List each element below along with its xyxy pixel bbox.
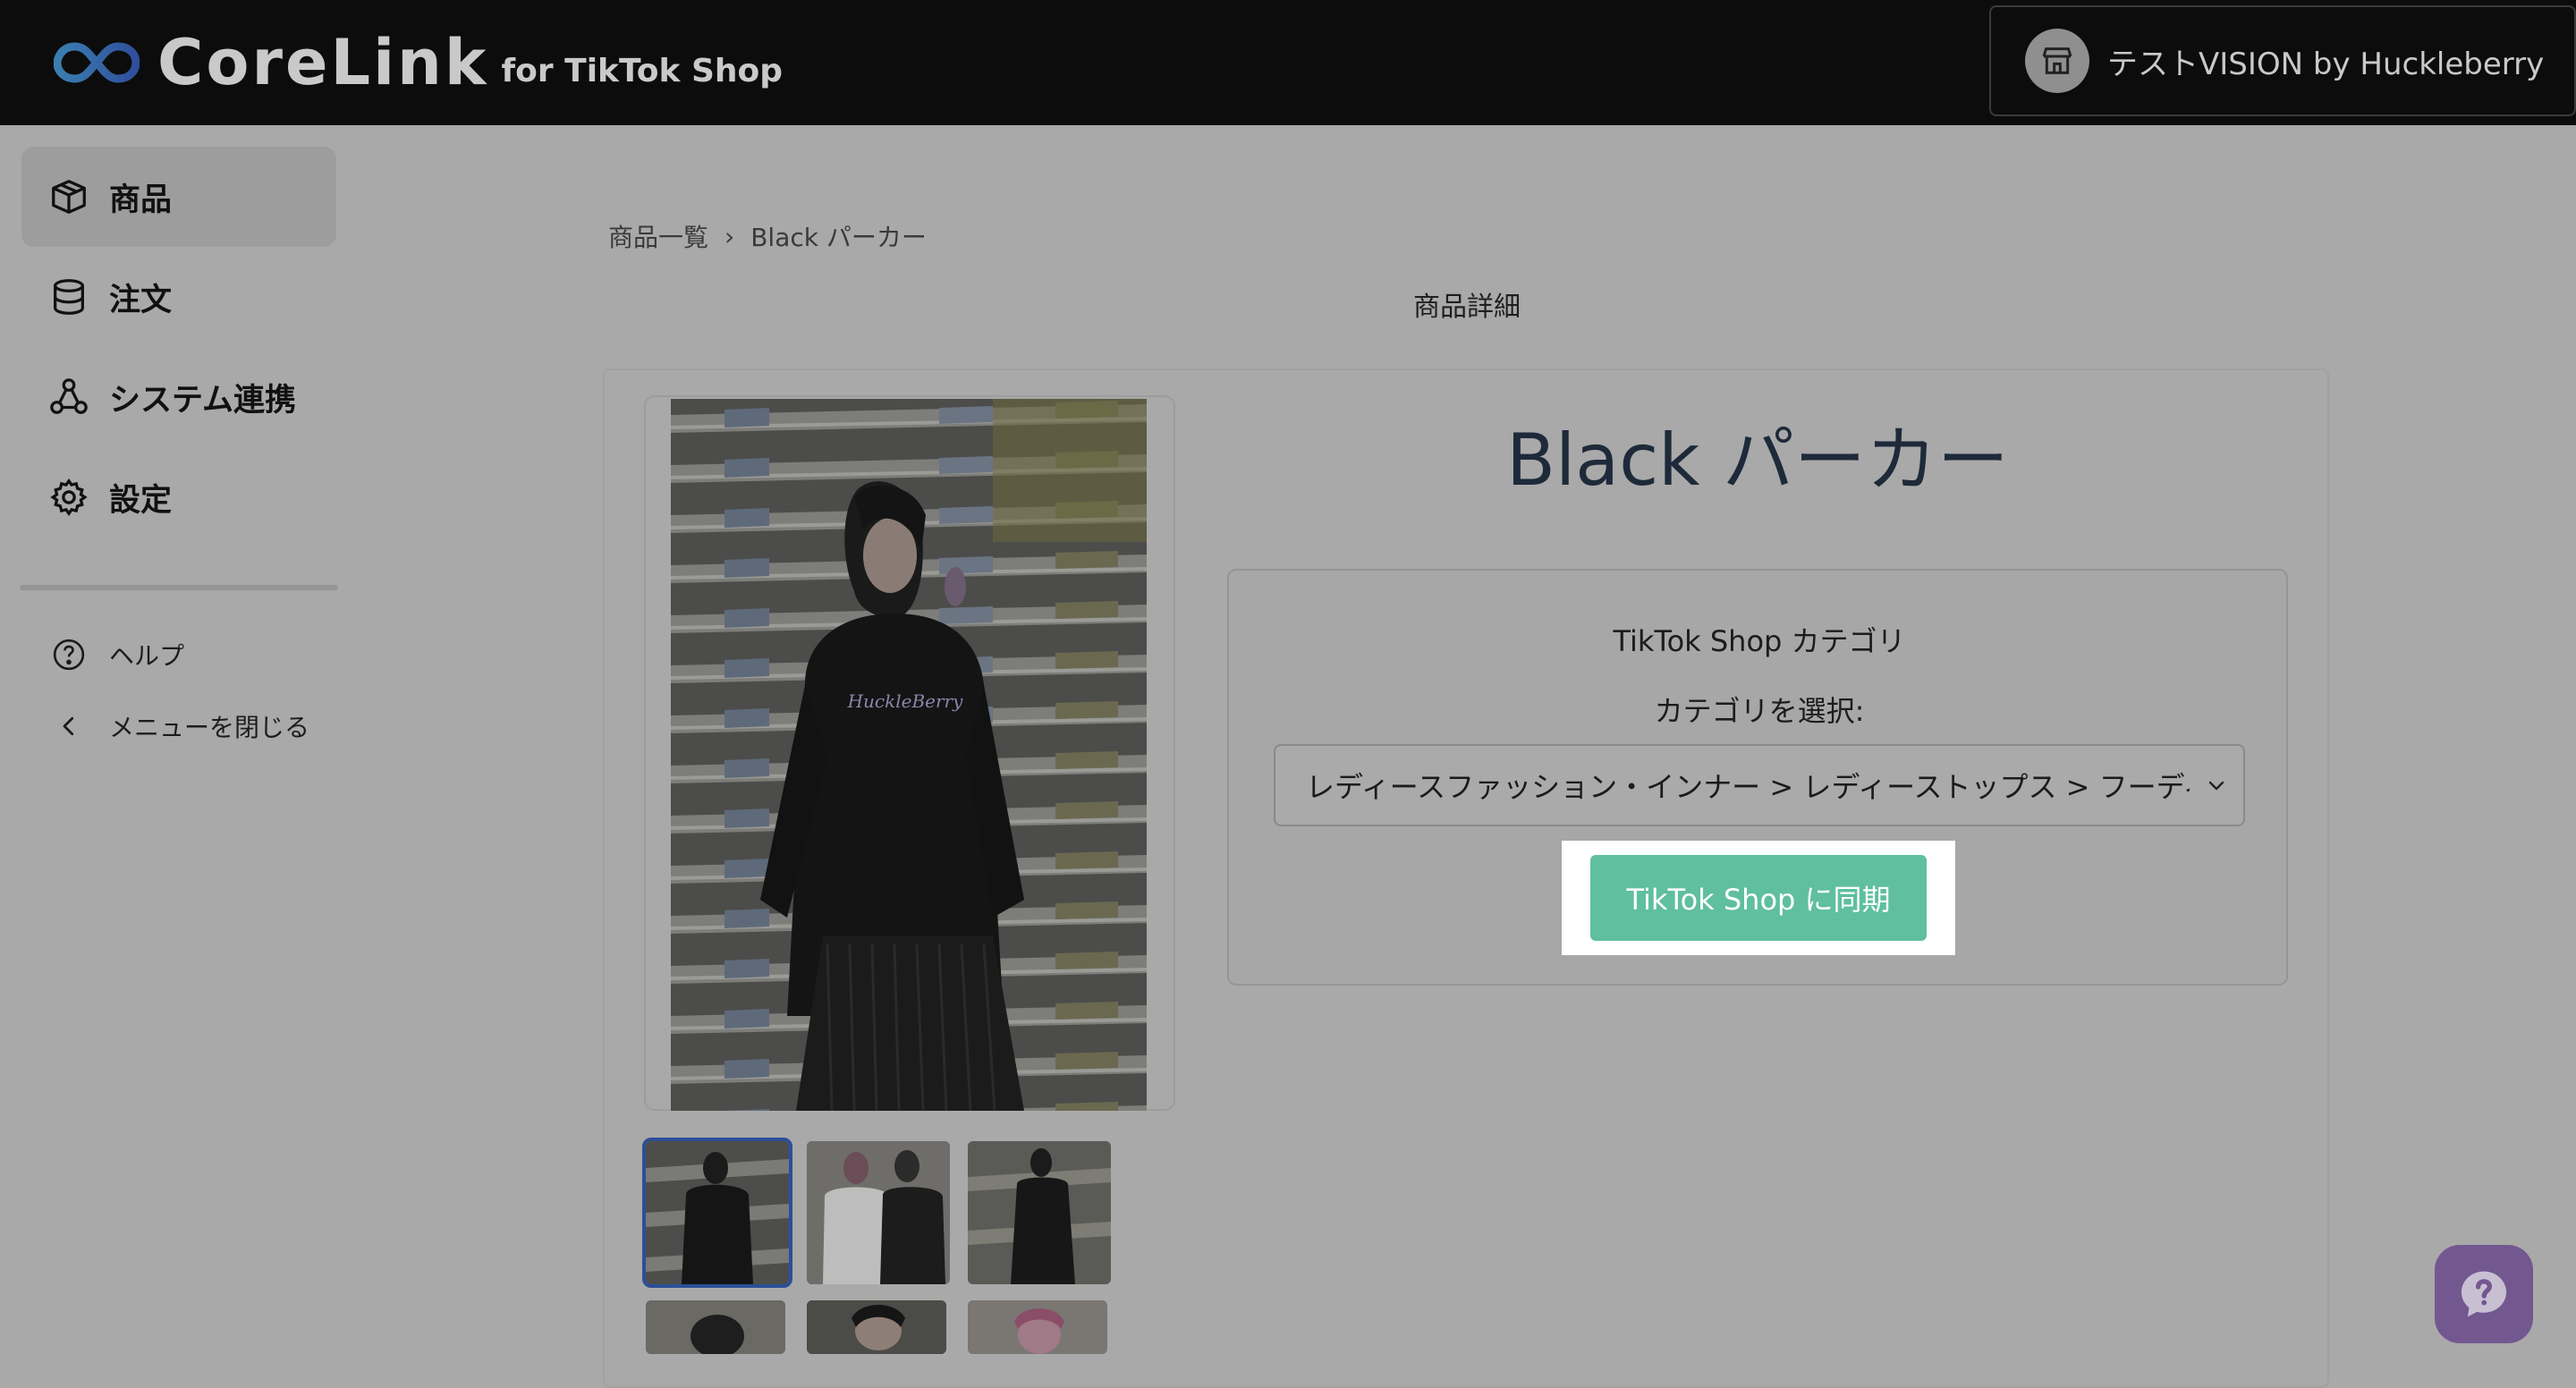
thumbnail-5[interactable] [807, 1300, 946, 1354]
store-icon [2025, 29, 2089, 93]
breadcrumb-separator: › [724, 221, 735, 251]
thumbnail-2[interactable] [807, 1141, 950, 1284]
top-bar: CoreLink for TikTok Shop テストVISION by Hu… [0, 0, 2576, 125]
breadcrumb: 商品一覧 › Black パーカー [608, 218, 927, 254]
sidebar-item-label: 商品 [109, 182, 173, 218]
help-link[interactable]: ヘルプ [50, 628, 184, 681]
thumbnail-6[interactable] [968, 1300, 1107, 1354]
sidebar-item-orders[interactable]: 注文 [21, 247, 336, 347]
question-circle-icon [50, 636, 88, 673]
category-select-value: レディースファッション・インナー > レディーストップス > フーディ- [1306, 770, 2190, 804]
sidebar-item-label: 注文 [109, 282, 173, 318]
box-icon [48, 176, 89, 217]
close-menu-label: メニューを閉じる [109, 713, 310, 742]
chevron-down-icon [2208, 781, 2224, 791]
product-name: Black パーカー [1506, 419, 2009, 502]
thumbnail-4[interactable] [646, 1300, 785, 1354]
sync-to-tiktok-button[interactable]: TikTok Shop に同期 [1590, 855, 1927, 941]
thumbnail-3[interactable] [968, 1141, 1111, 1284]
gear-icon [48, 477, 89, 518]
category-select[interactable]: レディースファッション・インナー > レディーストップス > フーディ- [1274, 744, 2245, 826]
help-label: ヘルプ [109, 641, 185, 671]
sidebar-item-settings[interactable]: 設定 [21, 447, 336, 547]
product-main-image: HuckleBerry [671, 399, 1147, 1111]
brand-subtitle: for TikTok Shop [501, 52, 784, 89]
brand-name: CoreLink [157, 26, 489, 99]
sidebar-item-label: 設定 [109, 482, 173, 519]
category-heading: TikTok Shop カテゴリ [1613, 624, 1906, 658]
sidebar-item-products[interactable]: 商品 [21, 147, 336, 247]
breadcrumb-current: Black パーカー [750, 223, 927, 252]
infinity-logo-icon [54, 42, 140, 83]
sidebar-divider [20, 585, 338, 590]
sidebar-item-label: システム連携 [109, 382, 296, 419]
help-chat-button[interactable] [2435, 1245, 2533, 1343]
shop-name: テストVISION by Huckleberry [2107, 46, 2545, 82]
close-menu-button[interactable]: メニューを閉じる [50, 699, 309, 753]
corelink-logo[interactable]: CoreLink for TikTok Shop [54, 26, 784, 99]
database-icon [48, 276, 89, 317]
category-select-label: カテゴリを選択: [1654, 694, 1865, 728]
thumbnail-1[interactable] [642, 1138, 792, 1288]
svg-text:HuckleBerry: HuckleBerry [847, 690, 964, 712]
chevron-left-icon [50, 707, 88, 745]
breadcrumb-parent-link[interactable]: 商品一覧 [608, 218, 708, 254]
page-title: 商品詳細 [1413, 292, 1521, 323]
network-icon [48, 377, 89, 418]
sidebar: 商品 注文 システム連携 設定 ヘルプ メニューを閉じる [0, 125, 340, 1388]
shop-selector[interactable]: テストVISION by Huckleberry [1989, 5, 2576, 116]
sidebar-item-integrations[interactable]: システム連携 [21, 347, 336, 447]
question-bubble-icon [2461, 1271, 2507, 1317]
